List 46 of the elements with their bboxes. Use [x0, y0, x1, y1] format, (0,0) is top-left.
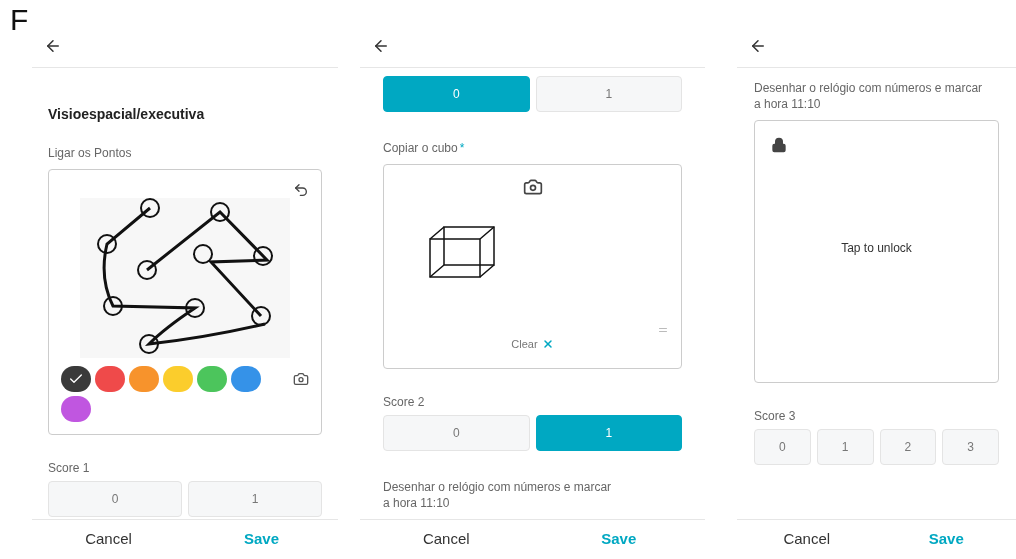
- back-icon[interactable]: [749, 37, 767, 55]
- save-button[interactable]: Save: [185, 528, 338, 551]
- save-button[interactable]: Save: [876, 528, 1016, 551]
- color-swatch[interactable]: [163, 366, 193, 392]
- color-swatch[interactable]: [61, 396, 91, 422]
- back-icon[interactable]: [44, 37, 62, 55]
- field-label: Copiar o cubo: [383, 141, 458, 155]
- close-icon: [541, 337, 554, 350]
- figure-label: F: [10, 3, 29, 36]
- score-option[interactable]: 0: [48, 481, 182, 517]
- locked-pad[interactable]: Tap to unlock: [754, 120, 999, 383]
- score-label: Score 3: [754, 408, 797, 425]
- color-swatch[interactable]: [95, 366, 125, 392]
- drawing-pad[interactable]: [48, 169, 322, 435]
- score-option[interactable]: 0: [754, 429, 811, 465]
- score-label: Score 2: [383, 394, 426, 411]
- color-swatch[interactable]: [61, 366, 91, 392]
- score-option[interactable]: 0: [383, 415, 530, 451]
- score-option[interactable]: 3: [942, 429, 999, 465]
- color-swatch[interactable]: [129, 366, 159, 392]
- color-swatch[interactable]: [197, 366, 227, 392]
- score-option[interactable]: 1: [816, 429, 874, 465]
- undo-icon[interactable]: [293, 182, 309, 198]
- score-option[interactable]: 2: [879, 429, 937, 465]
- required-mark: *: [459, 141, 465, 155]
- field-label: Ligar os Pontos: [48, 146, 132, 160]
- field-label: Desenhar o relógio com números e marcar a hora 11:10: [383, 480, 612, 510]
- score-label: Score 1: [48, 460, 91, 477]
- section-title: Visioespacial/executiva: [48, 105, 206, 124]
- score-option[interactable]: 1: [188, 481, 322, 517]
- camera-icon[interactable]: [293, 371, 309, 387]
- cancel-button[interactable]: Cancel: [737, 528, 877, 551]
- score-option[interactable]: 1: [535, 76, 682, 112]
- save-button[interactable]: Save: [532, 528, 705, 551]
- unlock-hint: Tap to unlock: [841, 239, 912, 257]
- photo-pad[interactable]: Clear: [383, 164, 682, 369]
- score-option[interactable]: 0: [383, 76, 530, 112]
- camera-icon[interactable]: [522, 177, 543, 197]
- field-label: Desenhar o relógio com números e marcar a hora 11:10: [754, 81, 983, 111]
- clear-button[interactable]: Clear: [511, 335, 554, 352]
- color-swatch[interactable]: [231, 366, 261, 392]
- cancel-button[interactable]: Cancel: [32, 528, 185, 551]
- lock-icon: [771, 137, 787, 153]
- score-option[interactable]: 1: [535, 415, 682, 451]
- back-icon[interactable]: [372, 37, 390, 55]
- cancel-button[interactable]: Cancel: [360, 528, 533, 551]
